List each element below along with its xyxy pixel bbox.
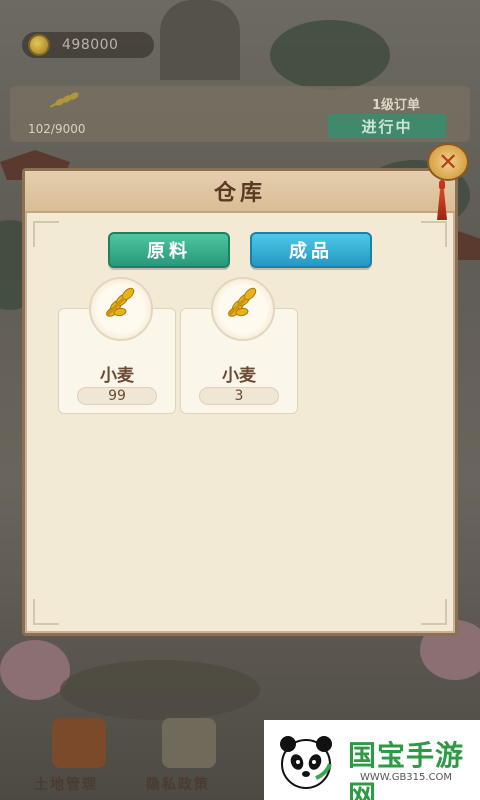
corner-ornament [421,599,447,625]
corner-ornament [33,221,59,247]
gate-icon [52,718,106,768]
tab-raw-materials[interactable]: 原料 [108,232,230,268]
watermark-url: WWW.GB315.COM [360,772,453,783]
item-name: 小麦 [100,366,134,386]
dialog-title: 仓库 [213,181,266,206]
tab-finished-products[interactable]: 成品 [250,232,372,268]
watermark-logo: 国宝手游网 WWW.GB315.COM [264,720,480,800]
nav-item-land-management[interactable]: 土地管理 [34,774,98,794]
close-button[interactable]: ✕ [427,143,469,181]
item-count: 99 [77,387,157,405]
item-name: 小麦 [222,366,256,386]
item-count: 3 [199,387,279,405]
dialog-header: 仓库 [25,171,455,213]
order-panel: 102/9000 1级订单 进行中 [10,86,470,142]
tassel-decoration [437,180,447,220]
wheat-icon [89,277,153,341]
order-status-button[interactable]: 进行中 [328,114,446,138]
coin-value: 498000 [62,37,119,53]
panda-icon [280,736,332,789]
inventory-item[interactable]: 小麦 99 [58,277,176,414]
corner-ornament [33,599,59,625]
scroll-icon [162,718,216,768]
nav-item-privacy-policy[interactable]: 隐私政策 [146,774,210,794]
wheat-icon [211,277,275,341]
order-progress: 102/9000 [28,122,86,136]
coin-counter: 498000 [22,32,154,58]
close-icon: ✕ [437,148,459,176]
coin-icon [28,34,50,56]
inventory-item[interactable]: 小麦 3 [180,277,298,414]
wheat-icon [46,90,86,118]
order-level-label: 1级订单 [371,98,420,113]
corner-ornament [421,221,447,247]
watermark-title: 国宝手游网 [348,739,465,800]
